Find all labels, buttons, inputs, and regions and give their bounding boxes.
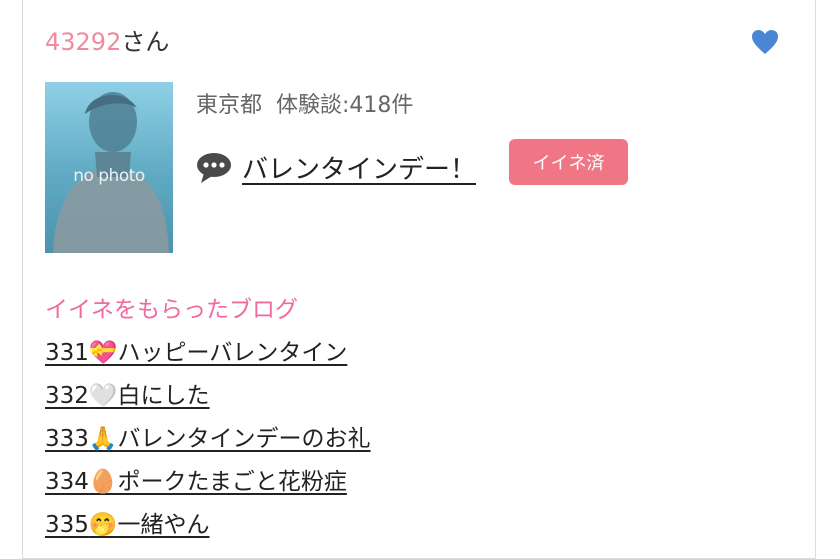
blog-link-335[interactable]: 335🤭一緒やん xyxy=(45,512,210,538)
blog-link-333[interactable]: 333🙏バレンタインデーのお礼 xyxy=(45,426,371,452)
location: 東京都 xyxy=(196,93,263,118)
speech-bubble-icon xyxy=(197,153,231,183)
white-heart-icon: 🤍 xyxy=(88,383,118,409)
profile-photo-placeholder: no photo xyxy=(45,82,173,253)
liked-blogs-heading: イイネをもらったブログ xyxy=(45,297,298,323)
blog-link-332[interactable]: 332🤍白にした xyxy=(45,383,210,409)
blog-link-331[interactable]: 331💝ハッピーバレンタイン xyxy=(45,340,347,366)
list-item: 332🤍白にした xyxy=(45,376,371,419)
list-item: 331💝ハッピーバレンタイン xyxy=(45,333,371,376)
liked-blogs-list: 331💝ハッピーバレンタイン 332🤍白にした 333🙏バレンタインデーのお礼 … xyxy=(45,333,371,548)
list-item: 333🙏バレンタインデーのお礼 xyxy=(45,419,371,462)
hand-over-mouth-icon: 🤭 xyxy=(88,512,118,538)
heart-icon[interactable] xyxy=(751,29,779,55)
folded-hands-icon: 🙏 xyxy=(88,426,118,452)
post-title-link[interactable]: バレンタインデー！ xyxy=(242,149,476,186)
list-item: 335🤭一緒やん xyxy=(45,505,371,548)
profile-meta: 東京都 体験談:418件 xyxy=(196,87,413,119)
no-photo-label: no photo xyxy=(73,166,145,186)
gift-heart-icon: 💝 xyxy=(88,340,118,366)
egg-icon: 🥚 xyxy=(88,469,118,495)
experience-count: 体験談:418件 xyxy=(276,93,414,118)
liked-button[interactable]: イイネ済 xyxy=(509,139,628,185)
blog-link-334[interactable]: 334🥚ポークたまごと花粉症 xyxy=(45,469,347,495)
user-name[interactable]: 43292さん xyxy=(45,22,169,57)
list-item: 334🥚ポークたまごと花粉症 xyxy=(45,462,371,505)
user-suffix: さん xyxy=(121,28,170,56)
user-id: 43292 xyxy=(45,28,122,56)
